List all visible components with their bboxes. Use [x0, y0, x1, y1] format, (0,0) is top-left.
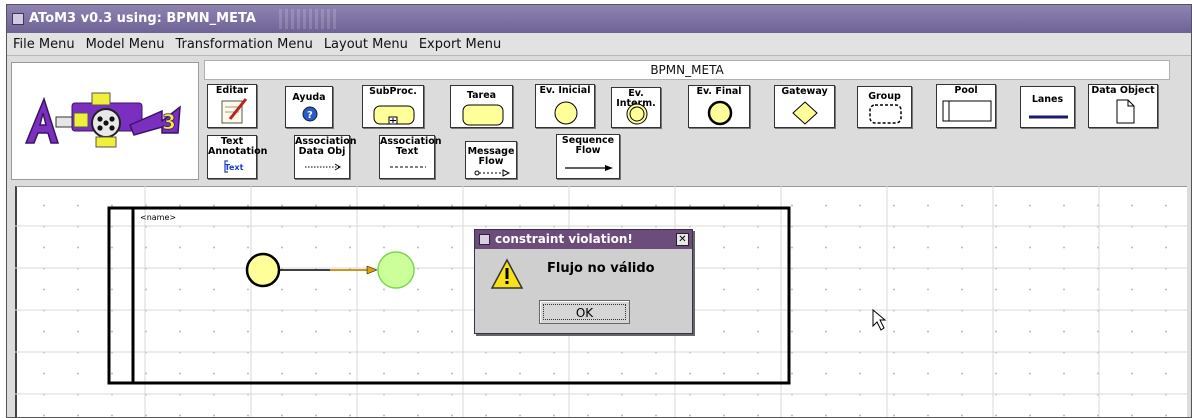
gateway-button[interactable]: Gateway	[774, 85, 835, 128]
window-title: AToM3 v0.3 using: BPMN_META	[29, 11, 256, 26]
pool-name-label: <name>	[140, 213, 176, 222]
edit-icon	[221, 98, 248, 124]
association-text-icon	[390, 166, 426, 168]
gateway-icon	[792, 101, 818, 125]
message-flow-button[interactable]: Message Flow	[465, 141, 517, 179]
dialog-menu-icon[interactable]	[479, 234, 490, 245]
message-flow-icon	[474, 169, 511, 177]
help-icon: ?	[302, 106, 318, 122]
group-icon	[869, 104, 902, 124]
text-annotation-icon-text: Text	[224, 163, 244, 172]
tarea-button[interactable]: Tarea	[450, 85, 513, 128]
subprocess-icon	[373, 105, 415, 125]
ok-button-label: OK	[543, 304, 626, 320]
text-annotation-button[interactable]: Text Annotation Text	[207, 135, 267, 179]
menu-file[interactable]: File Menu	[7, 37, 80, 52]
dialog-message: Flujo no válido	[547, 261, 655, 276]
start-event-icon	[554, 101, 578, 125]
ev-inicial-button[interactable]: Ev. Inicial	[535, 84, 595, 128]
editar-button[interactable]: Editar	[207, 84, 257, 128]
menu-export[interactable]: Export Menu	[413, 37, 506, 52]
group-button[interactable]: Group	[857, 86, 912, 128]
data-object-button[interactable]: Data Object	[1088, 84, 1158, 128]
pool-button[interactable]: Pool	[936, 84, 996, 128]
sequence-flow-icon	[565, 165, 613, 171]
sequence-flow-button[interactable]: Sequence Flow	[556, 134, 620, 179]
pool-icon	[942, 100, 992, 122]
dialog-title-bar[interactable]: constraint violation! ✕	[475, 230, 692, 249]
menu-layout[interactable]: Layout Menu	[318, 37, 413, 52]
title-bar[interactable]: AToM3 v0.3 using: BPMN_META	[7, 5, 1191, 33]
ev-interm-button[interactable]: Ev. Interm.	[611, 87, 661, 128]
end-event-shape[interactable]	[377, 251, 415, 289]
dialog-title: constraint violation!	[495, 232, 633, 246]
ayuda-button[interactable]: Ayuda ?	[285, 86, 333, 128]
toolbar-area: 3 BPMN_META Editar Ayuda ? SubProc. Tare…	[7, 56, 1191, 184]
atom3-logo-graphic: 3	[24, 92, 181, 148]
atom3-logo: 3	[11, 62, 199, 180]
atom3-window: AToM3 v0.3 using: BPMN_META File Menu Mo…	[6, 4, 1192, 418]
constraint-violation-dialog: constraint violation! ✕ Flujo no válido …	[474, 229, 693, 334]
dialog-close-button[interactable]: ✕	[676, 233, 689, 246]
intermediate-event-icon	[626, 103, 648, 125]
mouse-cursor-icon	[872, 308, 887, 331]
ok-button[interactable]: OK	[539, 300, 630, 324]
ev-final-button[interactable]: Ev. Final	[688, 85, 750, 128]
text-annotation-icon	[224, 160, 228, 173]
menu-bar: File Menu Model Menu Transformation Menu…	[7, 33, 1191, 56]
subproc-button[interactable]: SubProc.	[362, 85, 424, 128]
start-event-shape[interactable]	[245, 252, 281, 288]
flow-arrowhead	[366, 265, 378, 275]
menu-model[interactable]: Model Menu	[80, 37, 170, 52]
end-event-icon	[707, 100, 733, 126]
association-text-button[interactable]: Association Text	[379, 135, 442, 179]
association-data-icon	[305, 163, 341, 171]
svg-text:?: ?	[307, 110, 313, 121]
metamodel-title: BPMN_META	[204, 60, 1170, 80]
title-bar-decoration	[279, 9, 339, 29]
task-icon	[462, 104, 504, 126]
svg-text:3: 3	[162, 110, 176, 134]
menu-transformation[interactable]: Transformation Menu	[169, 37, 317, 52]
warning-icon	[490, 258, 524, 289]
data-object-icon	[1116, 99, 1135, 124]
window-menu-icon[interactable]	[12, 13, 24, 25]
lanes-button[interactable]: Lanes	[1020, 86, 1075, 128]
association-data-obj-button[interactable]: Association Data Obj	[294, 135, 357, 179]
lanes-icon	[1029, 115, 1068, 119]
